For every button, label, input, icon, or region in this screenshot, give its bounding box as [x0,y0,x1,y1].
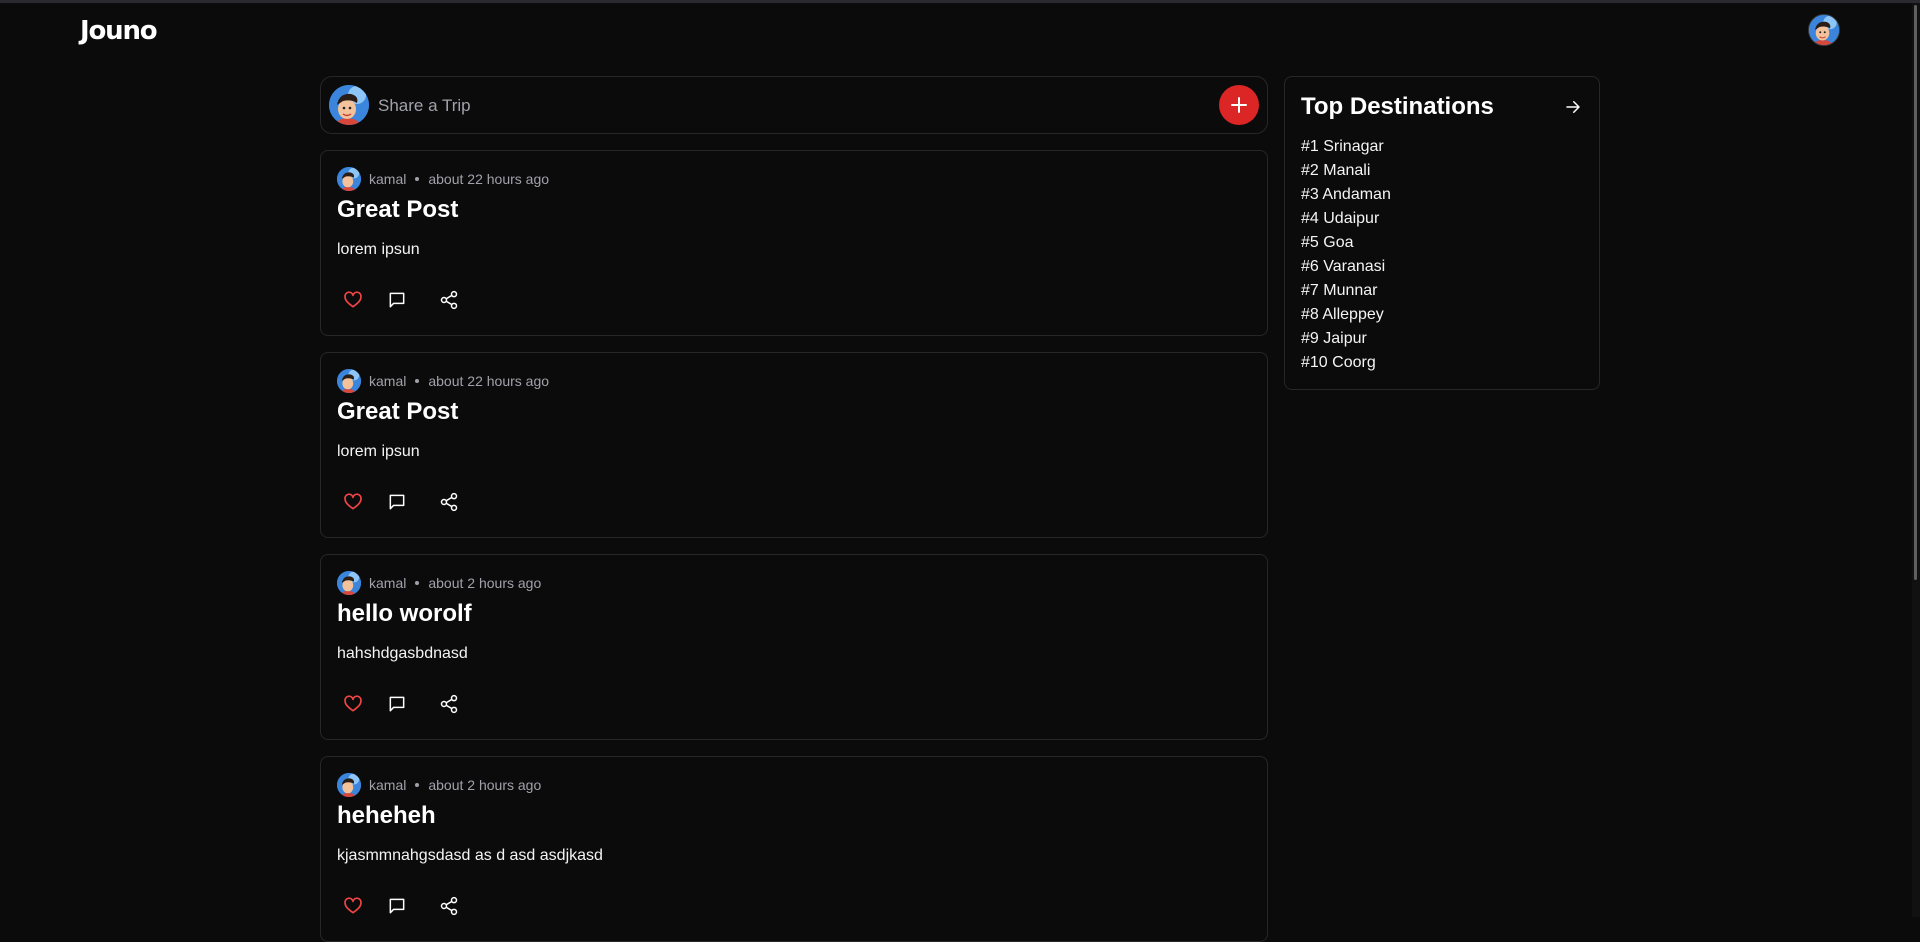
meta-separator [415,177,420,181]
user-avatar[interactable] [1808,14,1840,46]
post-card[interactable]: kamal about 2 hours ago heheheh kjasmmna… [320,756,1268,942]
post-card[interactable]: kamal about 2 hours ago hello worolf hah… [320,554,1268,740]
share-button[interactable] [433,688,465,720]
destination-item[interactable]: #2 Manali [1301,159,1391,183]
comment-button[interactable] [381,486,413,518]
top-destinations-card: Top Destinations #1 Srinagar #2 Manali #… [1284,76,1600,390]
share-icon [440,694,458,714]
post-author-avatar[interactable] [337,571,361,595]
comment-icon [389,696,405,712]
like-button[interactable] [337,284,369,316]
post-card[interactable]: kamal about 22 hours ago Great Post lore… [320,150,1268,336]
post-author[interactable]: kamal [369,171,406,187]
post-author-avatar[interactable] [337,167,361,191]
like-button[interactable] [337,486,369,518]
post-card[interactable]: kamal about 22 hours ago Great Post lore… [320,352,1268,538]
destination-item[interactable]: #7 Munnar [1301,279,1391,303]
comment-icon [389,494,405,510]
destination-item[interactable]: #6 Varanasi [1301,255,1391,279]
meta-separator [415,783,420,787]
avatar-illustration [337,369,361,393]
page-scrollbar[interactable] [1912,3,1920,917]
post-actions [337,284,465,316]
destination-item[interactable]: #9 Jaipur [1301,327,1391,351]
avatar-illustration [337,167,361,191]
post-meta: kamal about 2 hours ago [337,571,541,595]
share-button[interactable] [433,284,465,316]
comment-icon [389,292,405,308]
post-title[interactable]: Great Post [337,196,458,224]
share-button[interactable] [433,486,465,518]
post-body: lorem ipsun [337,443,420,460]
comment-button[interactable] [381,688,413,720]
post-body: kjasmmnahgsdasd as d asd asdjkasd [337,847,603,864]
post-author[interactable]: kamal [369,373,406,389]
post-author[interactable]: kamal [369,575,406,591]
top-destinations-title: Top Destinations [1301,93,1494,120]
destination-item[interactable]: #1 Srinagar [1301,135,1391,159]
add-trip-button[interactable] [1219,85,1259,125]
share-trip-composer[interactable]: Share a Trip [320,76,1268,134]
post-body: hahshdgasbdnasd [337,645,468,662]
post-timestamp: about 2 hours ago [428,777,542,793]
destination-item[interactable]: #10 Coorg [1301,351,1391,375]
heart-icon [344,897,362,914]
avatar-illustration [337,571,361,595]
post-actions [337,688,465,720]
destination-item[interactable]: #4 Udaipur [1301,207,1391,231]
post-title[interactable]: Great Post [337,398,458,426]
like-button[interactable] [337,890,369,922]
meta-separator [415,379,420,383]
share-icon [440,492,458,512]
app-logo[interactable]: Jouno [80,16,158,46]
feed: Share a Trip kamal about 22 hours ago Gr… [320,76,1268,942]
post-author[interactable]: kamal [369,777,406,793]
comment-button[interactable] [381,890,413,922]
comment-icon [389,898,405,914]
like-button[interactable] [337,688,369,720]
post-title[interactable]: hello worolf [337,600,472,628]
avatar-illustration [329,85,369,125]
arrow-right-icon [1566,101,1580,113]
post-author-avatar[interactable] [337,369,361,393]
meta-separator [415,581,420,585]
avatar-illustration [1809,15,1839,45]
top-destinations-link[interactable] [1561,95,1585,119]
navbar: Jouno [0,3,1920,59]
avatar-illustration [337,773,361,797]
post-timestamp: about 2 hours ago [428,575,542,591]
post-timestamp: about 22 hours ago [428,373,550,389]
heart-icon [344,291,362,308]
share-trip-placeholder[interactable]: Share a Trip [378,96,471,116]
destination-item[interactable]: #3 Andaman [1301,183,1391,207]
destination-list: #1 Srinagar #2 Manali #3 Andaman #4 Udai… [1301,135,1391,375]
post-title[interactable]: heheheh [337,802,436,830]
post-actions [337,890,465,922]
plus-icon [1231,97,1247,113]
share-button[interactable] [433,890,465,922]
comment-button[interactable] [381,284,413,316]
share-icon [440,290,458,310]
heart-icon [344,493,362,510]
composer-avatar [329,85,369,125]
destination-item[interactable]: #5 Goa [1301,231,1391,255]
post-actions [337,486,465,518]
post-meta: kamal about 2 hours ago [337,773,541,797]
share-icon [440,896,458,916]
post-meta: kamal about 22 hours ago [337,369,549,393]
scrollbar-thumb[interactable] [1914,5,1917,580]
post-author-avatar[interactable] [337,773,361,797]
destination-item[interactable]: #8 Alleppey [1301,303,1391,327]
post-meta: kamal about 22 hours ago [337,167,549,191]
post-body: lorem ipsun [337,241,420,258]
heart-icon [344,695,362,712]
post-timestamp: about 22 hours ago [428,171,550,187]
